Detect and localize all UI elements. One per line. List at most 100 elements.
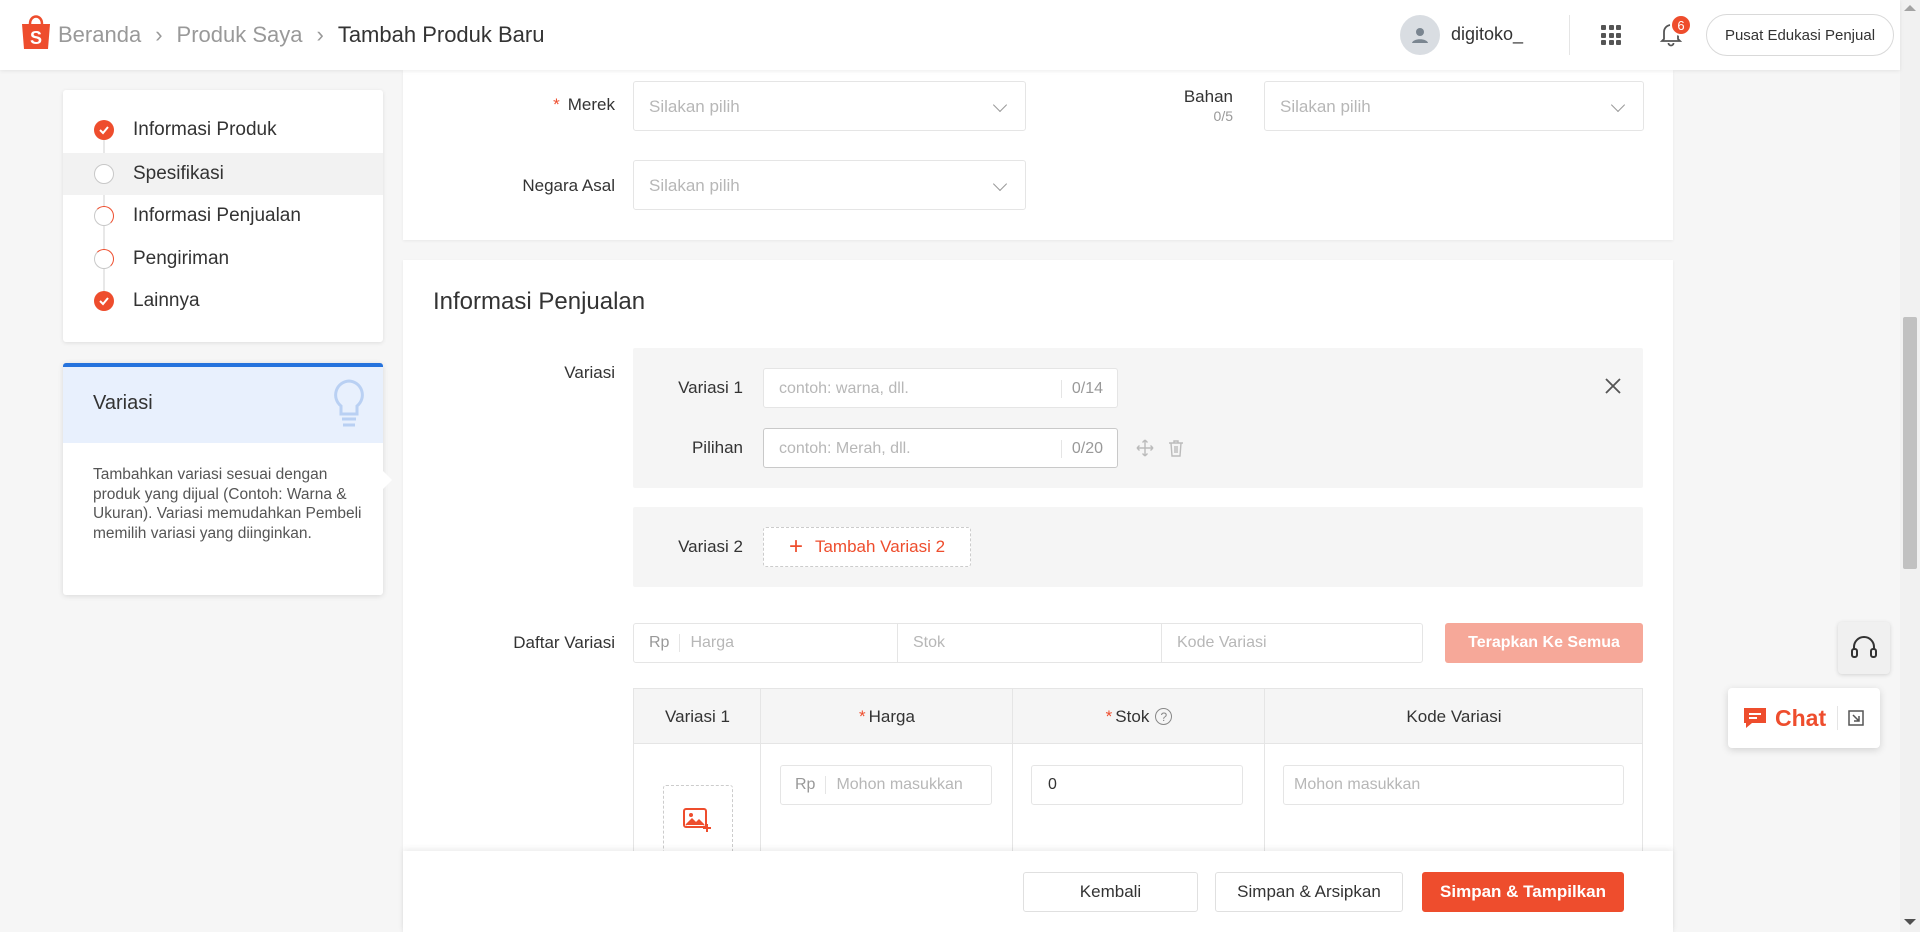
sales-info-section: Informasi Penjualan Variasi Variasi 1 co… xyxy=(403,260,1673,932)
section-title: Informasi Penjualan xyxy=(433,288,646,315)
avatar[interactable] xyxy=(1400,15,1440,55)
username[interactable]: digitoko_ xyxy=(1451,24,1523,45)
plus-icon: + xyxy=(788,533,803,560)
nav-item-label: Informasi Produk xyxy=(133,119,277,140)
nav-item-shipping[interactable]: Pengiriman xyxy=(63,238,383,280)
table-header: Variasi 1 * Harga * Stok? Kode Variasi xyxy=(634,689,1642,744)
apps-grid-icon[interactable] xyxy=(1601,25,1621,45)
move-icon[interactable] xyxy=(1135,438,1155,458)
select-placeholder: Silakan pilih xyxy=(1280,97,1371,116)
variation-image-upload[interactable] xyxy=(663,785,733,855)
add-image-icon xyxy=(683,808,711,832)
select-placeholder: Silakan pilih xyxy=(649,97,740,116)
batch-price-input[interactable]: Rp Harga xyxy=(634,624,898,662)
column-header-stock-text: Stok xyxy=(1115,706,1150,726)
variation-label: Variasi xyxy=(564,363,615,382)
material-select[interactable]: Silakan pilih xyxy=(1264,81,1644,131)
nav-item-label: Spesifikasi xyxy=(133,163,224,184)
input-placeholder: Harga xyxy=(690,634,735,651)
scroll-down-arrow-icon[interactable] xyxy=(1904,919,1916,925)
row-price-input[interactable]: Rp Mohon masukkan xyxy=(780,765,992,805)
variation-table: Variasi 1 * Harga * Stok? Kode Variasi Rp … xyxy=(633,688,1643,859)
nav-item-product-info[interactable]: Informasi Produk xyxy=(63,109,383,151)
breadcrumb: Beranda › Produk Saya › Tambah Produk Ba… xyxy=(58,0,544,70)
tip-header: Variasi xyxy=(63,367,383,443)
required-mark: * xyxy=(859,706,866,726)
currency-prefix: Rp xyxy=(781,776,827,794)
chevron-down-icon xyxy=(992,176,1008,192)
scrollbar-thumb[interactable] xyxy=(1903,317,1917,569)
help-icon[interactable]: ? xyxy=(1155,708,1173,725)
brand-select[interactable]: Silakan pilih xyxy=(633,81,1026,131)
variation-2-label: Variasi 2 xyxy=(678,537,743,556)
input-placeholder: Mohon masukkan xyxy=(836,776,963,793)
column-header-variation-1: Variasi 1 xyxy=(665,706,730,726)
batch-sku-input[interactable]: Kode Variasi xyxy=(1162,624,1422,662)
breadcrumb-my-products[interactable]: Produk Saya xyxy=(177,22,303,48)
add-variation-2-button[interactable]: + Tambah Variasi 2 xyxy=(763,527,971,567)
row-sku-input[interactable]: Mohon masukkan xyxy=(1283,765,1624,805)
support-button[interactable] xyxy=(1838,622,1890,674)
tip-pointer xyxy=(382,470,392,490)
variation-list-label: Daftar Variasi xyxy=(513,633,615,652)
char-counter: 0/20 xyxy=(1060,440,1103,458)
close-icon[interactable] xyxy=(1603,376,1623,396)
column-divider xyxy=(1012,689,1013,859)
chat-icon xyxy=(1744,708,1766,728)
check-icon xyxy=(94,120,114,140)
svg-text:S: S xyxy=(30,28,42,48)
headset-icon xyxy=(1851,636,1877,658)
partial-circle-icon xyxy=(94,249,114,269)
divider xyxy=(1569,15,1570,55)
select-placeholder: Silakan pilih xyxy=(649,176,740,195)
add-variation-2-label: Tambah Variasi 2 xyxy=(814,537,946,556)
top-header: S Beranda › Produk Saya › Tambah Produk … xyxy=(0,0,1900,70)
chat-widget[interactable]: Chat xyxy=(1728,688,1880,748)
required-mark: * xyxy=(1105,706,1113,726)
variation-1-name-input[interactable]: contoh: warna, dll. 0/14 xyxy=(763,368,1118,408)
input-placeholder: Stok xyxy=(913,634,946,651)
input-placeholder: contoh: warna, dll. xyxy=(779,380,909,397)
chevron-right-icon: › xyxy=(316,22,324,47)
char-counter: 0/14 xyxy=(1060,380,1103,398)
option-input[interactable]: contoh: Merah, dll. 0/20 xyxy=(763,428,1118,468)
nav-item-label: Informasi Penjualan xyxy=(133,205,301,226)
column-divider xyxy=(760,689,761,859)
chevron-down-icon xyxy=(992,97,1008,113)
variation-2-box: Variasi 2 + Tambah Variasi 2 xyxy=(633,507,1643,587)
material-counter: 0/5 xyxy=(1213,108,1233,124)
apply-to-all-button[interactable]: Terapkan Ke Semua xyxy=(1445,623,1643,663)
notification-badge: 6 xyxy=(1670,14,1692,36)
empty-circle-icon xyxy=(94,164,114,184)
partial-circle-icon xyxy=(94,206,114,226)
nav-item-specification[interactable]: Spesifikasi xyxy=(63,153,383,195)
material-label: Bahan xyxy=(1183,87,1233,106)
save-archive-button[interactable]: Simpan & Arsipkan xyxy=(1215,872,1403,912)
divider xyxy=(1837,706,1838,730)
row-stock-input[interactable]: 0 xyxy=(1031,765,1243,805)
breadcrumb-current: Tambah Produk Baru xyxy=(337,22,545,47)
nav-item-label: Lainnya xyxy=(133,290,200,311)
chevron-down-icon xyxy=(1610,97,1626,113)
country-of-origin-select[interactable]: Silakan pilih xyxy=(633,160,1026,210)
check-icon xyxy=(94,291,114,311)
column-divider xyxy=(1264,689,1265,859)
nav-item-others[interactable]: Lainnya xyxy=(63,280,383,322)
brand-label: * Merek xyxy=(503,95,615,115)
breadcrumb-home[interactable]: Beranda xyxy=(58,22,141,48)
trash-icon[interactable] xyxy=(1166,438,1186,458)
save-publish-button[interactable]: Simpan & Tampilkan xyxy=(1422,872,1624,912)
input-placeholder: Kode Variasi xyxy=(1177,634,1267,651)
back-button[interactable]: Kembali xyxy=(1023,872,1198,912)
variation-1-box: Variasi 1 contoh: warna, dll. 0/14 Pilih… xyxy=(633,348,1643,488)
seller-education-button[interactable]: Pusat Edukasi Penjual xyxy=(1706,14,1894,56)
nav-item-sales-info[interactable]: Informasi Penjualan xyxy=(63,195,383,237)
user-icon xyxy=(1412,28,1428,43)
scroll-up-arrow-icon[interactable] xyxy=(1904,5,1916,11)
batch-stock-input[interactable]: Stok xyxy=(898,624,1162,662)
shopee-logo-icon[interactable]: S xyxy=(19,13,53,51)
lightbulb-icon xyxy=(334,379,364,427)
required-mark: * xyxy=(553,95,560,114)
tip-text: Tambahkan variasi sesuai dengan produk y… xyxy=(93,466,362,542)
minimize-icon[interactable] xyxy=(1847,709,1865,727)
